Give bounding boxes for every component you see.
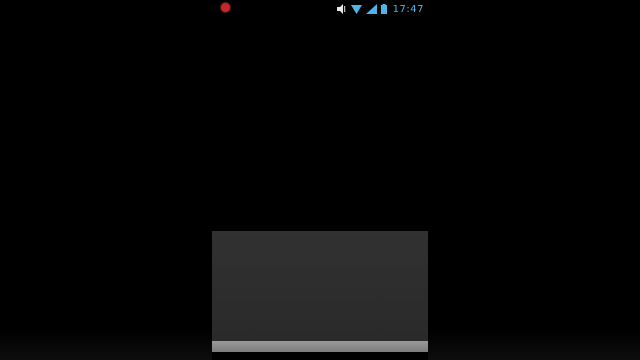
battery-icon (380, 4, 387, 14)
signal-icon (365, 4, 377, 14)
volume-icon (336, 4, 347, 14)
status-clock: 17:47 (392, 3, 424, 15)
wifi-icon (350, 4, 362, 14)
phone-screen: 17:47 (0, 0, 640, 360)
status-icons: 17:47 (336, 2, 424, 16)
status-bar: 17:47 (212, 0, 428, 18)
bottom-sheet-bar[interactable] (212, 341, 428, 352)
bottom-sheet-panel[interactable] (212, 231, 428, 341)
notification-dot-icon (221, 3, 230, 12)
bottom-edge (212, 352, 428, 360)
